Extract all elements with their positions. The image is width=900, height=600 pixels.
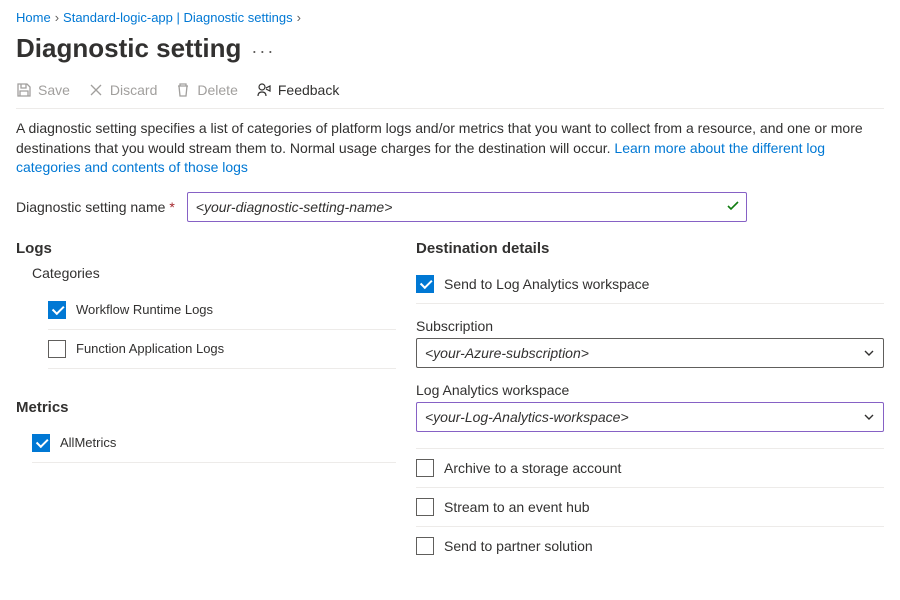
subscription-select[interactable]: <your-Azure-subscription> — [416, 338, 884, 368]
save-label: Save — [38, 82, 70, 98]
page-title: Diagnostic setting — [16, 33, 241, 64]
feedback-label: Feedback — [278, 82, 339, 98]
metric-allmetrics[interactable]: AllMetrics — [32, 424, 396, 463]
save-icon — [16, 82, 32, 98]
dest-stream-eventhub[interactable]: Stream to an event hub — [416, 487, 884, 526]
discard-button[interactable]: Discard — [88, 82, 157, 98]
dest-log-analytics[interactable]: Send to Log Analytics workspace — [416, 265, 884, 303]
checkbox-unchecked-icon[interactable] — [416, 537, 434, 555]
workspace-select[interactable]: <your-Log-Analytics-workspace> — [416, 402, 884, 432]
toolbar: Save Discard Delete Feedback — [16, 76, 884, 109]
dest-label: Archive to a storage account — [444, 460, 621, 476]
trash-icon — [175, 82, 191, 98]
more-icon[interactable]: ··· — [251, 41, 275, 62]
category-workflow-runtime-logs[interactable]: Workflow Runtime Logs — [48, 291, 396, 330]
breadcrumb: Home › Standard-logic-app | Diagnostic s… — [16, 10, 884, 25]
destination-heading: Destination details — [416, 240, 884, 257]
category-label: Function Application Logs — [76, 341, 224, 356]
checkbox-unchecked-icon[interactable] — [416, 459, 434, 477]
delete-label: Delete — [197, 82, 237, 98]
subscription-label: Subscription — [416, 318, 884, 334]
feedback-button[interactable]: Feedback — [256, 82, 339, 98]
close-icon — [88, 82, 104, 98]
metric-label: AllMetrics — [60, 435, 116, 450]
chevron-down-icon — [863, 410, 875, 426]
logs-heading: Logs — [16, 240, 396, 257]
dest-label: Stream to an event hub — [444, 499, 590, 515]
dest-archive-storage[interactable]: Archive to a storage account — [416, 448, 884, 487]
delete-button[interactable]: Delete — [175, 82, 237, 98]
checkbox-checked-icon[interactable] — [32, 434, 50, 452]
checkbox-checked-icon[interactable] — [48, 301, 66, 319]
setting-name-label: Diagnostic setting name * — [16, 199, 175, 215]
checkbox-unchecked-icon[interactable] — [48, 340, 66, 358]
workspace-label: Log Analytics workspace — [416, 382, 884, 398]
dest-label: Send to partner solution — [444, 538, 593, 554]
chevron-right-icon: › — [55, 10, 59, 25]
chevron-right-icon: › — [297, 10, 301, 25]
save-button[interactable]: Save — [16, 82, 70, 98]
dest-label: Send to Log Analytics workspace — [444, 276, 649, 292]
checkbox-checked-icon[interactable] — [416, 275, 434, 293]
breadcrumb-app[interactable]: Standard-logic-app | Diagnostic settings — [63, 10, 293, 25]
feedback-icon — [256, 82, 272, 98]
subscription-value: <your-Azure-subscription> — [425, 345, 589, 361]
description-text: A diagnostic setting specifies a list of… — [16, 119, 884, 178]
setting-name-input[interactable] — [187, 192, 747, 222]
category-label: Workflow Runtime Logs — [76, 302, 213, 317]
categories-label: Categories — [32, 265, 396, 281]
chevron-down-icon — [863, 346, 875, 362]
checkbox-unchecked-icon[interactable] — [416, 498, 434, 516]
discard-label: Discard — [110, 82, 157, 98]
required-asterisk: * — [169, 199, 174, 215]
workspace-value: <your-Log-Analytics-workspace> — [425, 409, 629, 425]
metrics-heading: Metrics — [16, 399, 396, 416]
page-title-row: Diagnostic setting ··· — [16, 29, 884, 64]
setting-name-label-text: Diagnostic setting name — [16, 199, 165, 215]
category-function-application-logs[interactable]: Function Application Logs — [48, 330, 396, 369]
checkmark-icon — [725, 198, 741, 217]
dest-partner-solution[interactable]: Send to partner solution — [416, 526, 884, 565]
breadcrumb-home[interactable]: Home — [16, 10, 51, 25]
setting-name-row: Diagnostic setting name * — [16, 192, 884, 222]
log-analytics-config: Subscription <your-Azure-subscription> L… — [416, 303, 884, 448]
